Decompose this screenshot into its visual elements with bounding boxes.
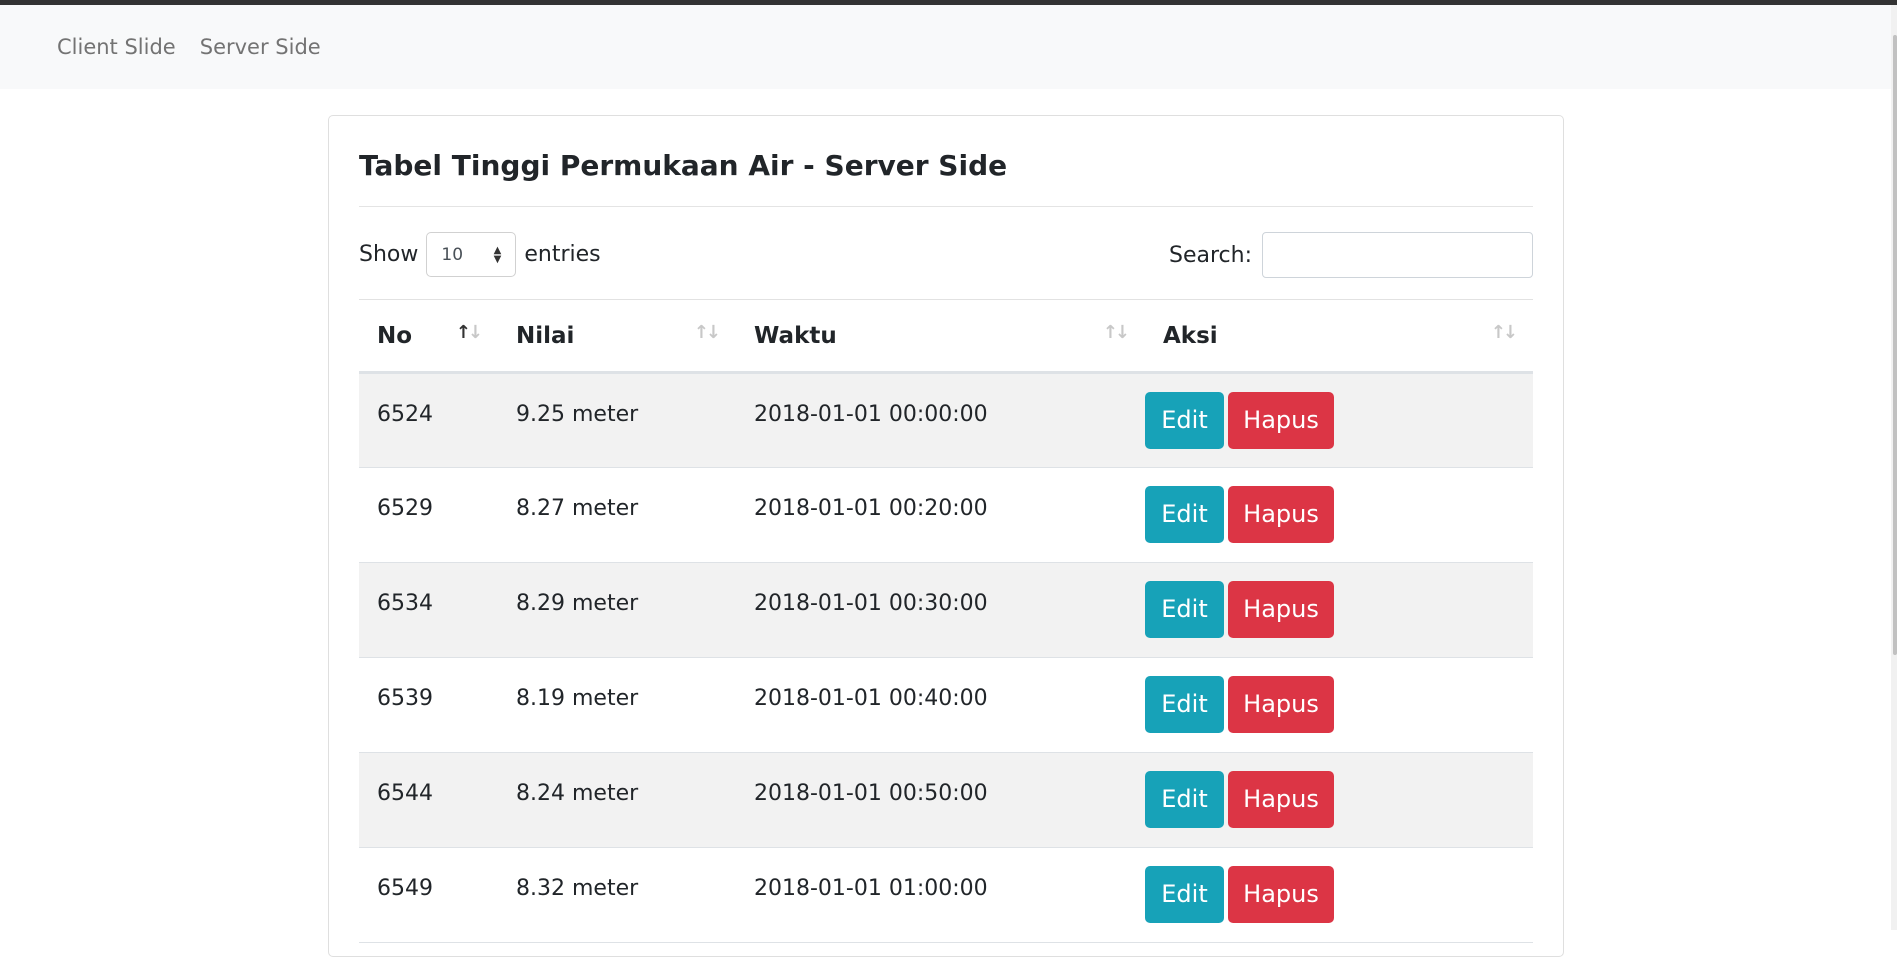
- delete-button[interactable]: Hapus: [1228, 676, 1334, 733]
- cell-no: 6534: [359, 562, 498, 658]
- cell-nilai: 8.32 meter: [498, 847, 736, 943]
- cell-no: 6539: [359, 657, 498, 753]
- table-row: 6534 8.29 meter 2018-01-01 00:30:00 Edit…: [359, 562, 1533, 658]
- cell-nilai: 9.25 meter: [498, 372, 736, 468]
- nav-link-server-side[interactable]: Server Side: [200, 35, 321, 59]
- data-table: No ↑↓ Nilai ↑↓ Waktu ↑↓ Aksi ↑↓ 6524 9.2…: [359, 299, 1533, 943]
- column-header-label: No: [377, 322, 413, 349]
- show-label: Show: [359, 242, 419, 267]
- cell-nilai: 8.27 meter: [498, 467, 736, 563]
- edit-button[interactable]: Edit: [1145, 486, 1224, 543]
- sort-ascending-icon: ↑↓: [455, 322, 483, 343]
- nav-link-client-slide[interactable]: Client Slide: [57, 35, 176, 59]
- cell-waktu: 2018-01-01 00:20:00: [736, 467, 1145, 563]
- column-header-no[interactable]: No ↑↓: [359, 299, 498, 374]
- cell-nilai: 8.19 meter: [498, 657, 736, 753]
- column-header-aksi[interactable]: Aksi ↑↓: [1145, 299, 1533, 374]
- cell-no: 6549: [359, 847, 498, 943]
- sort-arrows-icon: ↑↓: [1490, 322, 1518, 343]
- edit-button[interactable]: Edit: [1145, 581, 1224, 638]
- entries-length-value: 10: [441, 244, 464, 265]
- cell-waktu: 2018-01-01 00:50:00: [736, 752, 1145, 848]
- table-row: 6524 9.25 meter 2018-01-01 00:00:00 Edit…: [359, 372, 1533, 468]
- table-header-row: No ↑↓ Nilai ↑↓ Waktu ↑↓ Aksi ↑↓: [359, 299, 1533, 374]
- table-row: 6529 8.27 meter 2018-01-01 00:20:00 Edit…: [359, 467, 1533, 563]
- column-header-nilai[interactable]: Nilai ↑↓: [498, 299, 736, 374]
- edit-button[interactable]: Edit: [1145, 676, 1224, 733]
- cell-no: 6524: [359, 372, 498, 468]
- cell-waktu: 2018-01-01 00:00:00: [736, 372, 1145, 468]
- table-card: Tabel Tinggi Permukaan Air - Server Side…: [328, 115, 1564, 957]
- cell-aksi: Edit Hapus: [1145, 657, 1533, 753]
- cell-nilai: 8.29 meter: [498, 562, 736, 658]
- cell-waktu: 2018-01-01 01:00:00: [736, 847, 1145, 943]
- select-arrows-icon: ▲ ▼: [493, 245, 502, 265]
- scrollbar-thumb[interactable]: [1893, 35, 1897, 655]
- title-divider: [359, 206, 1533, 207]
- cell-aksi: Edit Hapus: [1145, 562, 1533, 658]
- column-header-label: Nilai: [516, 322, 575, 349]
- edit-button[interactable]: Edit: [1145, 866, 1224, 923]
- cell-aksi: Edit Hapus: [1145, 752, 1533, 848]
- sort-arrows-icon: ↑↓: [693, 322, 721, 343]
- cell-waktu: 2018-01-01 00:40:00: [736, 657, 1145, 753]
- table-row: 6549 8.32 meter 2018-01-01 01:00:00 Edit…: [359, 847, 1533, 943]
- entries-label: entries: [524, 242, 601, 267]
- navbar: Client Slide Server Side: [0, 5, 1897, 89]
- cell-aksi: Edit Hapus: [1145, 467, 1533, 563]
- delete-button[interactable]: Hapus: [1228, 866, 1334, 923]
- column-header-label: Aksi: [1163, 322, 1218, 349]
- delete-button[interactable]: Hapus: [1228, 486, 1334, 543]
- column-header-label: Waktu: [754, 322, 837, 349]
- search-input[interactable]: [1262, 232, 1533, 278]
- cell-aksi: Edit Hapus: [1145, 372, 1533, 468]
- edit-button[interactable]: Edit: [1145, 771, 1224, 828]
- page-title: Tabel Tinggi Permukaan Air - Server Side: [359, 149, 1008, 182]
- table-row: 6539 8.19 meter 2018-01-01 00:40:00 Edit…: [359, 657, 1533, 753]
- sort-arrows-icon: ↑↓: [1102, 322, 1130, 343]
- search-label: Search:: [1169, 242, 1252, 268]
- delete-button[interactable]: Hapus: [1228, 392, 1334, 449]
- entries-length-select[interactable]: 10 ▲ ▼: [426, 232, 517, 277]
- cell-nilai: 8.24 meter: [498, 752, 736, 848]
- page-scrollbar[interactable]: [1891, 5, 1897, 930]
- entries-length-control: Show 10 ▲ ▼ entries: [359, 232, 601, 277]
- delete-button[interactable]: Hapus: [1228, 771, 1334, 828]
- cell-no: 6529: [359, 467, 498, 563]
- edit-button[interactable]: Edit: [1145, 392, 1224, 449]
- cell-no: 6544: [359, 752, 498, 848]
- delete-button[interactable]: Hapus: [1228, 581, 1334, 638]
- table-row: 6544 8.24 meter 2018-01-01 00:50:00 Edit…: [359, 752, 1533, 848]
- cell-aksi: Edit Hapus: [1145, 847, 1533, 943]
- cell-waktu: 2018-01-01 00:30:00: [736, 562, 1145, 658]
- search-control: Search:: [1169, 232, 1533, 278]
- column-header-waktu[interactable]: Waktu ↑↓: [736, 299, 1145, 374]
